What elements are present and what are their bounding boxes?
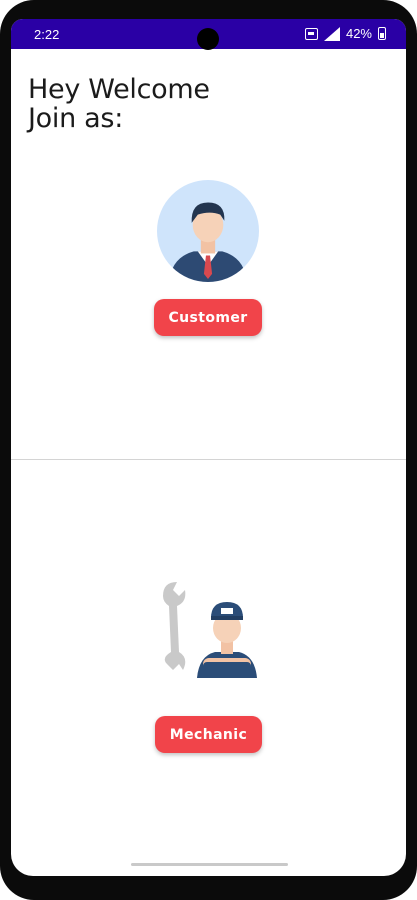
- welcome-heading: Hey Welcome Join as:: [28, 75, 210, 133]
- sim-card-icon: [304, 27, 318, 40]
- front-camera: [197, 28, 219, 50]
- phone-frame: 2:22 42% Hey Welcome Join as: Customer M…: [0, 0, 417, 900]
- app-screen: 2:22 42% Hey Welcome Join as: Customer M…: [11, 19, 406, 876]
- home-indicator[interactable]: [131, 863, 288, 866]
- join-as-line: Join as:: [28, 103, 123, 134]
- battery-icon: [378, 27, 386, 40]
- cell-signal-icon: [323, 26, 340, 41]
- customer-button[interactable]: Customer: [154, 299, 262, 336]
- mechanic-section[interactable]: Mechanic: [11, 460, 406, 860]
- battery-percent: 42%: [345, 26, 372, 41]
- businessman-avatar-icon: [157, 180, 259, 282]
- status-bar: 2:22 42%: [11, 19, 406, 50]
- welcome-line: Hey Welcome: [28, 74, 210, 105]
- status-icons: 42%: [304, 26, 386, 41]
- customer-section[interactable]: Customer: [11, 169, 406, 459]
- mechanic-with-wrench-icon: [163, 582, 257, 678]
- mechanic-button[interactable]: Mechanic: [155, 716, 262, 753]
- status-time: 2:22: [34, 27, 60, 42]
